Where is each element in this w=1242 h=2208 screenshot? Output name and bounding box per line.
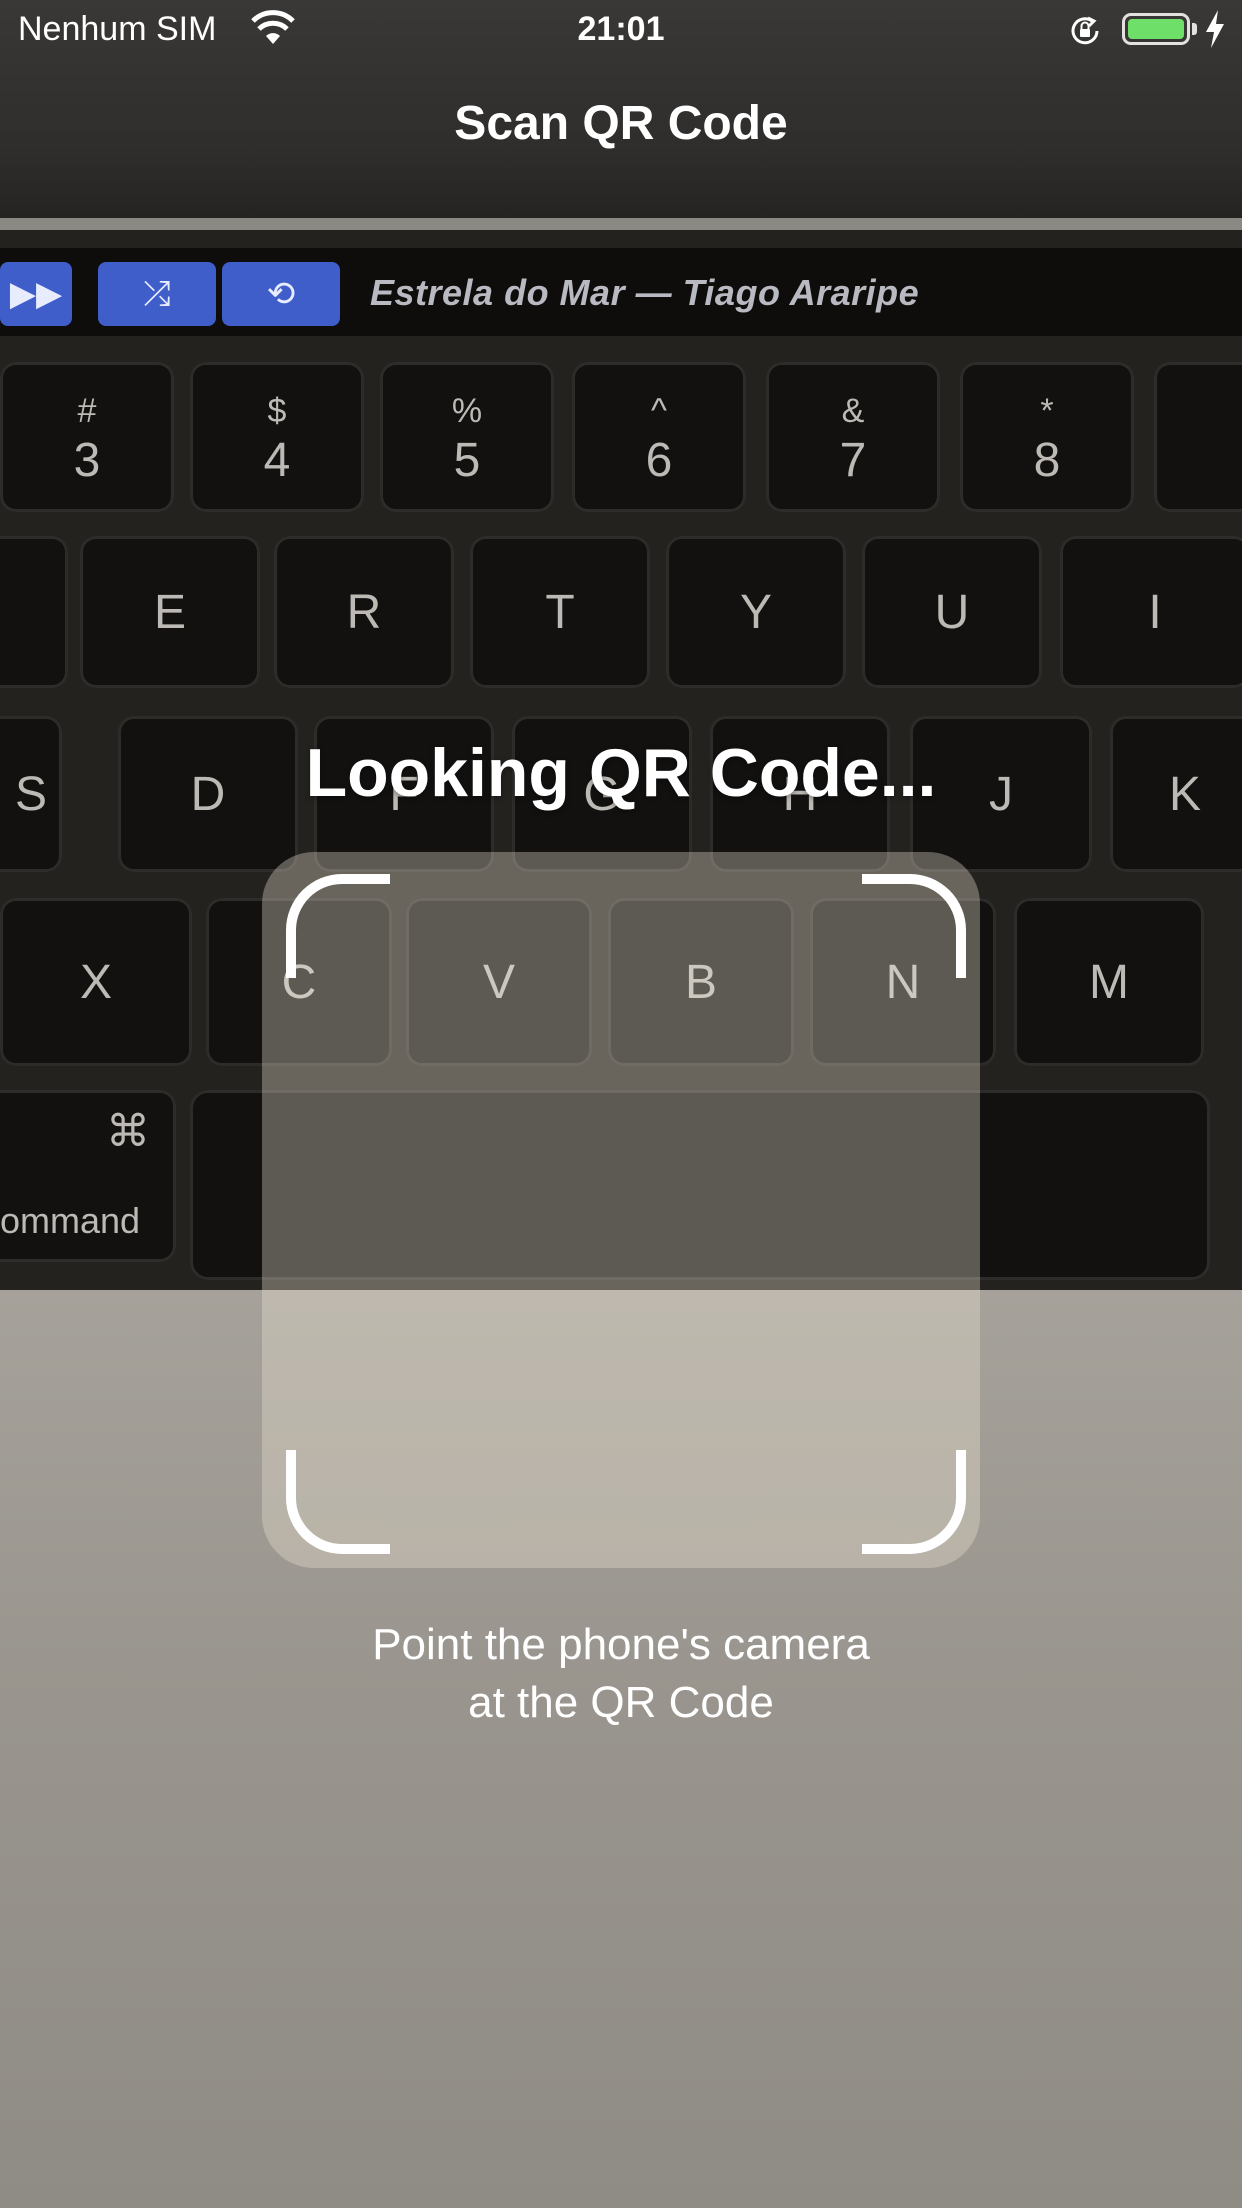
orientation-lock-icon <box>1071 16 1099 45</box>
key-3: #3 <box>0 362 174 512</box>
clock: 21:01 <box>577 10 665 48</box>
key-x: X <box>0 898 192 1066</box>
scan-status-text: Looking QR Code... <box>305 735 937 811</box>
key-7: & 7 <box>766 362 940 512</box>
key-m: M <box>1014 898 1204 1066</box>
key-r: R <box>274 536 454 688</box>
key-9-partial <box>1154 362 1242 512</box>
key-command: ⌘ ommand <box>0 1090 176 1262</box>
scan-hint-line-2: at the QR Code <box>468 1678 774 1727</box>
status-bar: Nenhum SIM 21:01 <box>0 0 1242 60</box>
fast-forward-icon: ▶▶ <box>0 262 72 326</box>
key-i: I <box>1060 536 1242 688</box>
key-u: U <box>862 536 1042 688</box>
repeat-icon: ⟲ <box>222 262 340 326</box>
key-e: E <box>80 536 260 688</box>
touch-bar-song: Estrela do Mar — Tiago Araripe <box>370 272 920 313</box>
key-6: ^ 6 <box>572 362 746 512</box>
battery-icon <box>1122 13 1190 45</box>
scan-hint: Point the phone's camera at the QR Code <box>0 1616 1242 1732</box>
key-t: T <box>470 536 650 688</box>
scan-hint-line-1: Point the phone's camera <box>372 1620 870 1669</box>
charging-icon <box>1206 10 1224 48</box>
page-title: Scan QR Code <box>454 97 788 150</box>
scan-corner-top-left <box>286 874 390 978</box>
battery-cap <box>1192 23 1197 35</box>
key-y: Y <box>666 536 846 688</box>
key-8: * 8 <box>960 362 1134 512</box>
key-5: % 5 <box>380 362 554 512</box>
key-4: $4 <box>190 362 364 512</box>
shuffle-icon: ⤮ <box>98 262 216 326</box>
key-w-partial <box>0 536 68 688</box>
laptop-hinge <box>0 218 1242 230</box>
